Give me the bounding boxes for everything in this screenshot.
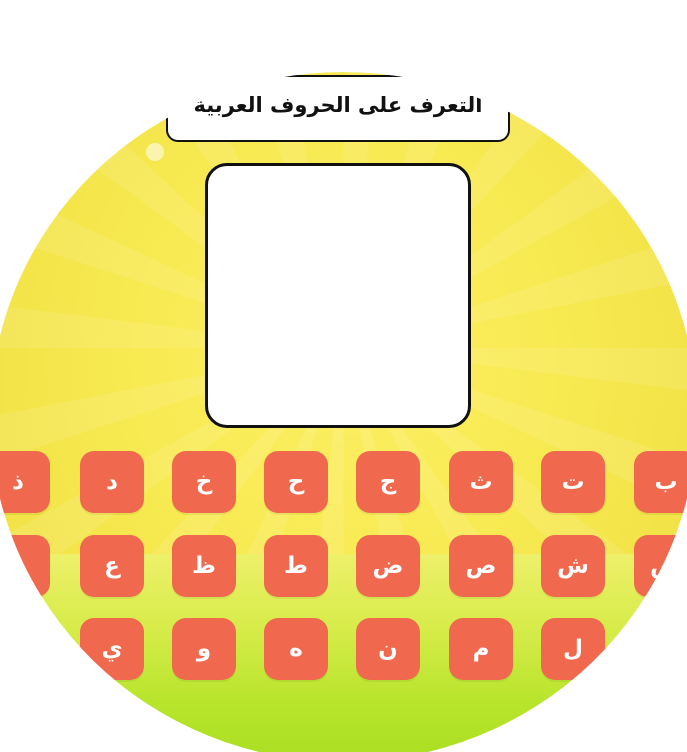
letter-button[interactable]: ح [264,451,328,513]
letter-grid: ذ د خ ح ج ث ت ب غ ع ظ ط ض ص ش س ي و ه ن … [0,0,687,752]
letter-button[interactable]: ج [356,451,420,513]
letter-button[interactable]: ظ [172,535,236,597]
letter-button[interactable]: ن [356,618,420,680]
letter-button[interactable]: ه [264,618,328,680]
letter-button[interactable]: س [634,535,687,597]
game-stage: التعرف على الحروف العربيةَ ذ د خ ح ج ث ت… [0,0,687,752]
letter-button[interactable]: ي [80,618,144,680]
letter-button[interactable]: غ [0,535,50,597]
letter-button[interactable]: خ [172,451,236,513]
letter-button[interactable]: ع [80,535,144,597]
letter-button[interactable]: ش [541,535,605,597]
letter-button[interactable]: ض [356,535,420,597]
letter-button[interactable]: ذ [0,451,50,513]
letter-button[interactable]: م [449,618,513,680]
letter-button[interactable]: د [80,451,144,513]
letter-button[interactable]: ل [541,618,605,680]
letter-button[interactable]: ث [449,451,513,513]
letter-button[interactable]: ت [541,451,605,513]
letter-button[interactable]: ب [634,451,687,513]
letter-button[interactable]: و [172,618,236,680]
letter-button[interactable]: ص [449,535,513,597]
letter-button[interactable]: ط [264,535,328,597]
